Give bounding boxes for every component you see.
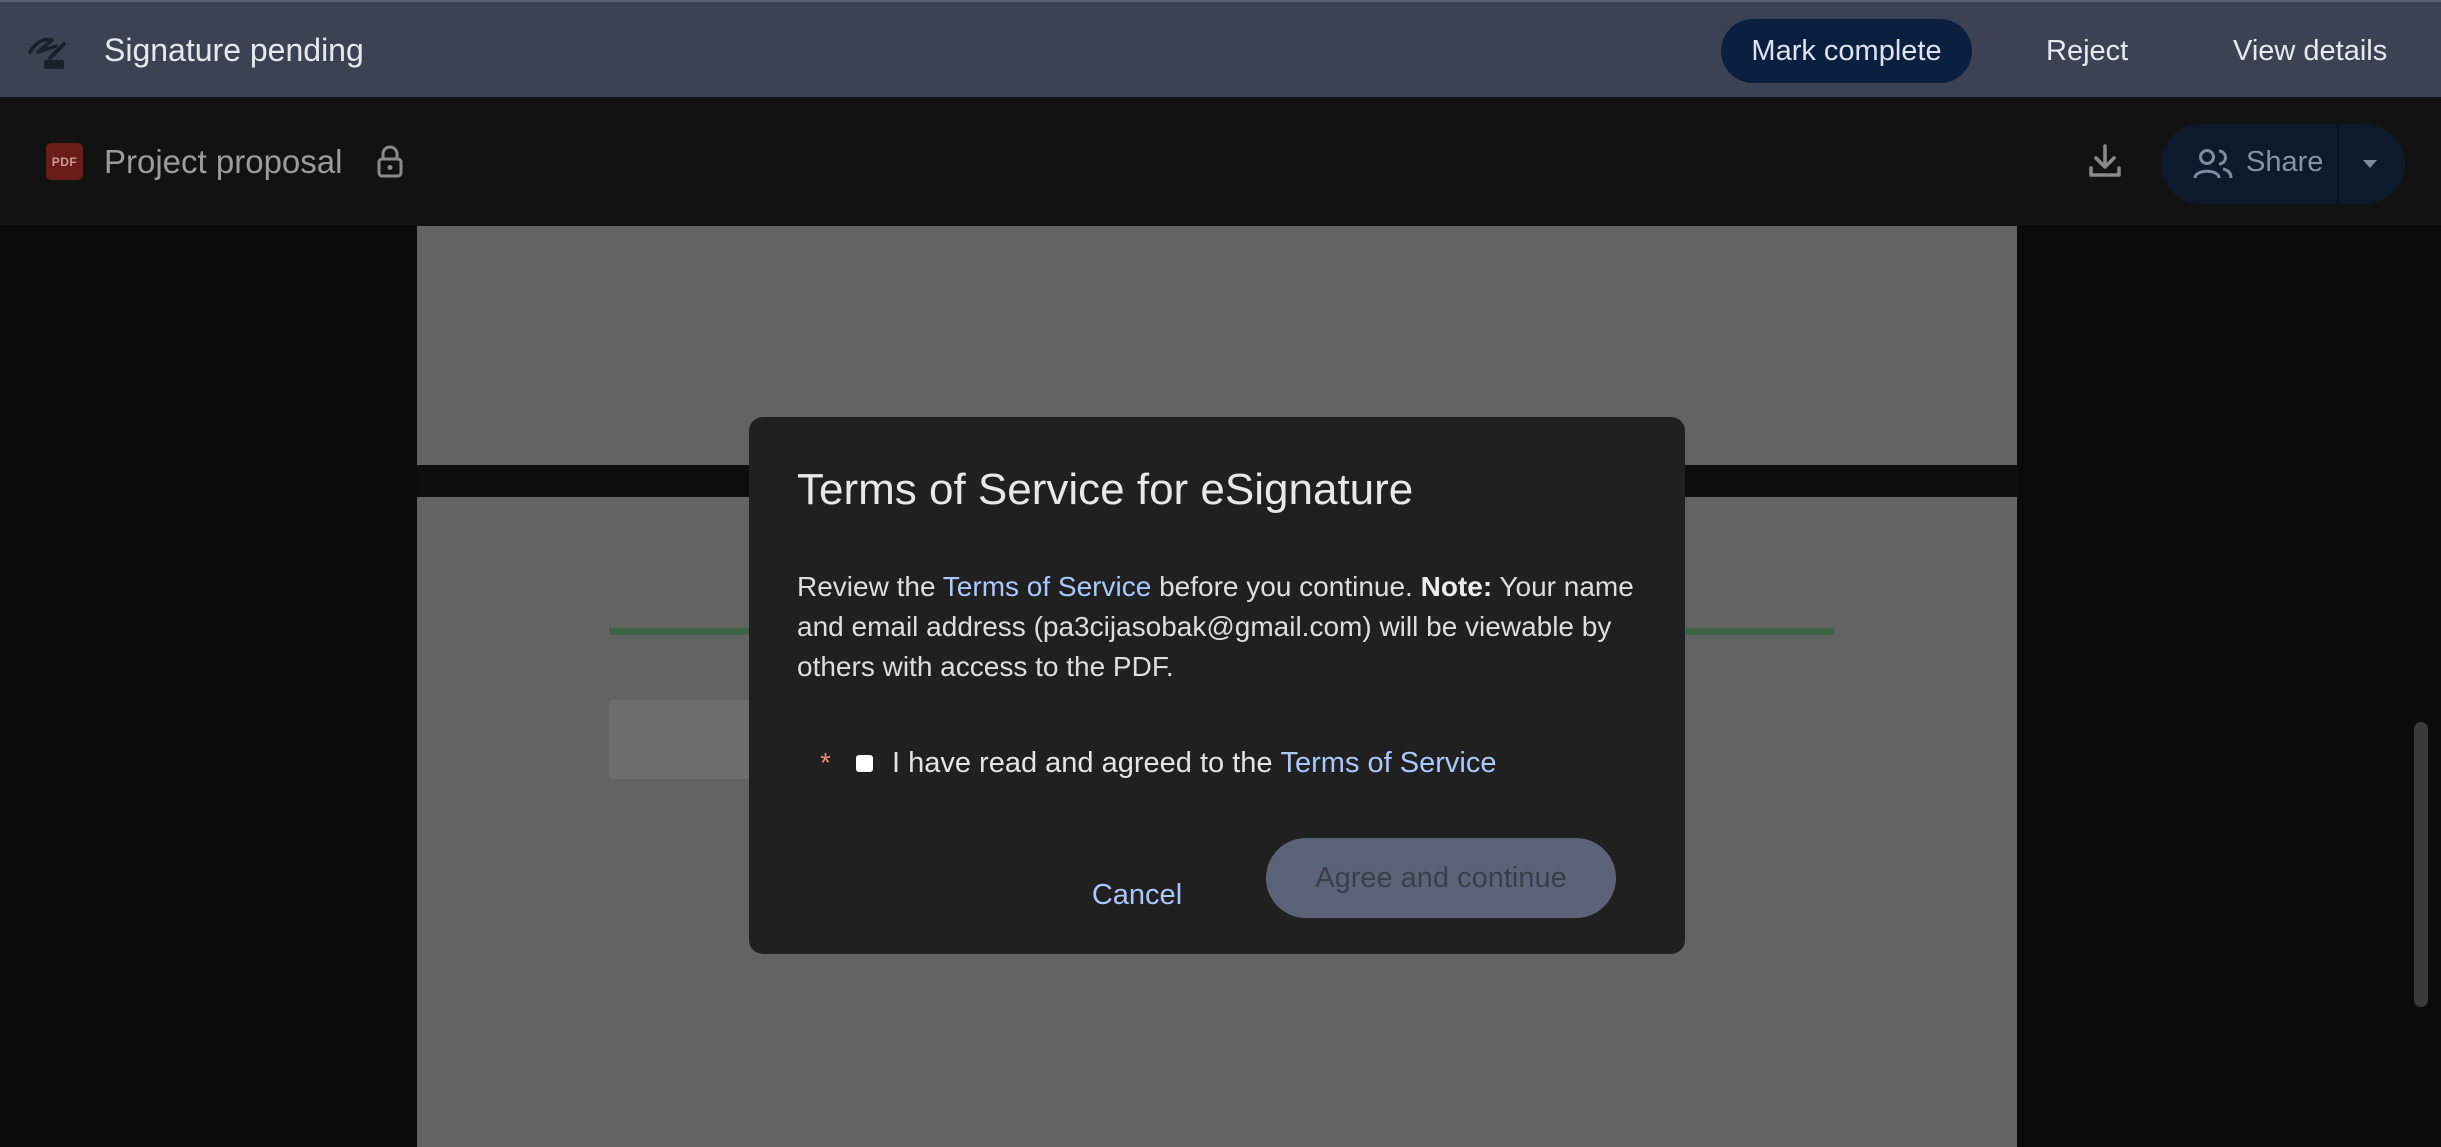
signature-icon (28, 37, 66, 69)
share-divider (2337, 124, 2339, 204)
document-header: PDF Project proposal Share (0, 97, 2441, 227)
dialog-body: Review the Terms of Service before you c… (797, 567, 1637, 687)
share-label: Share (2246, 146, 2324, 178)
signature-bar: Signature pending Mark complete Reject V… (0, 0, 2441, 97)
note-label: Note: (1420, 571, 1493, 602)
terms-dialog: Terms of Service for eSignature Review t… (749, 417, 1685, 954)
mark-complete-button[interactable]: Mark complete (1721, 19, 1972, 83)
share-button[interactable]: Share (2161, 124, 2337, 204)
document-title: Project proposal (104, 143, 343, 180)
signature-status-title: Signature pending (104, 32, 364, 68)
agree-checkbox[interactable] (856, 754, 873, 772)
terms-link[interactable]: Terms of Service (943, 571, 1152, 602)
reject-button[interactable]: Reject (2046, 35, 2128, 68)
terms-link[interactable]: Terms of Service (1281, 747, 1497, 780)
people-icon (2193, 149, 2233, 179)
vertical-scrollbar[interactable] (2414, 722, 2428, 1007)
body-text: Review the (797, 571, 943, 602)
dialog-title: Terms of Service for eSignature (797, 465, 1414, 514)
download-icon[interactable] (2085, 141, 2125, 181)
agree-and-continue-button[interactable]: Agree and continue (1266, 838, 1616, 918)
agree-checkbox-label: I have read and agreed to the (892, 746, 1273, 779)
cancel-button[interactable]: Cancel (1062, 855, 1212, 935)
lock-icon[interactable] (375, 145, 405, 179)
chevron-down-icon[interactable] (2361, 158, 2379, 170)
share-button-group: Share (2161, 124, 2405, 204)
pdf-file-icon: PDF (46, 143, 83, 180)
signature-field (609, 700, 759, 779)
required-marker: * (820, 747, 831, 778)
agreement-row: * I have read and agreed to the Terms of… (820, 743, 1496, 783)
body-text: before you continue. (1151, 571, 1421, 602)
view-details-button[interactable]: View details (2233, 35, 2387, 68)
